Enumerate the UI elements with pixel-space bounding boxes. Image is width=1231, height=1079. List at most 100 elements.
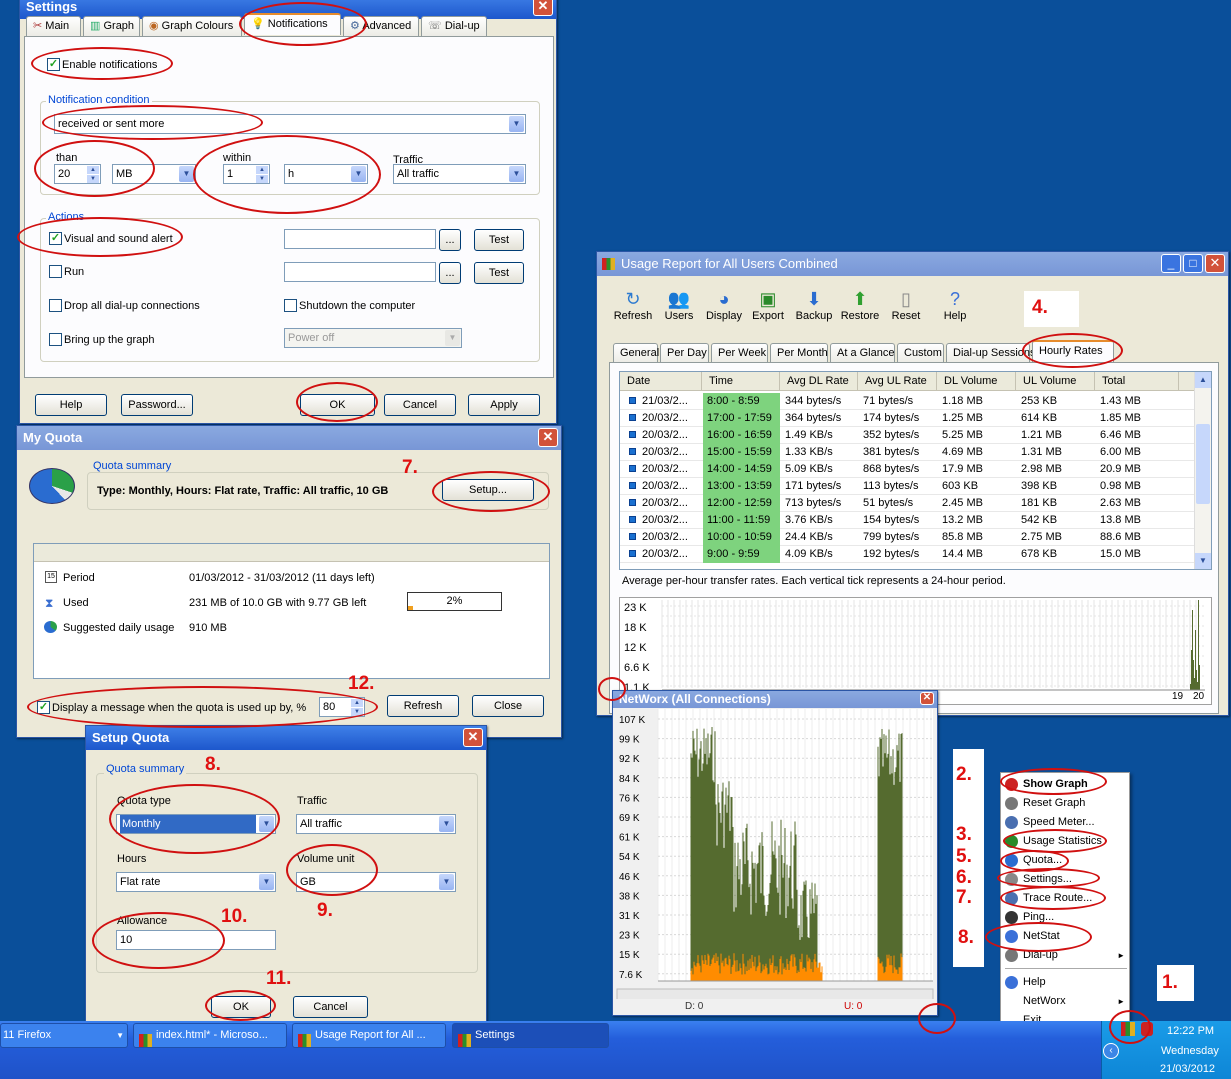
visual-alert-path-input[interactable] — [284, 229, 436, 249]
close-icon[interactable]: ✕ — [920, 692, 934, 705]
run-checkbox[interactable] — [49, 265, 62, 278]
bring-graph-checkbox[interactable] — [49, 333, 62, 346]
tab-graph-colours[interactable]: ◉ Graph Colours — [142, 16, 242, 36]
minimize-icon[interactable]: _ — [1161, 254, 1181, 273]
setup-ok-button[interactable]: OK — [211, 996, 271, 1018]
menu-item-help[interactable]: Help — [1001, 973, 1131, 992]
shutdown-checkbox[interactable] — [284, 299, 297, 312]
enable-notifications-checkbox[interactable]: ✓ — [47, 58, 60, 71]
tab-advanced[interactable]: ⚙ Advanced — [343, 16, 419, 36]
settings-password-button[interactable]: Password... — [121, 394, 193, 416]
display-message-checkbox[interactable]: ✓ — [37, 701, 50, 714]
tab-dialup[interactable]: ☏ Dial-up — [421, 16, 487, 36]
table-row[interactable]: 20/03/2... 16:00 - 16:59 1.49 KB/s 352 byte… — [620, 427, 1195, 444]
menu-item-ping[interactable]: Ping... — [1001, 908, 1131, 927]
than-stepper[interactable]: 20 ▲ ▼ — [54, 164, 101, 184]
taskbar-firefox[interactable]: 11 Firefox ▼ — [0, 1023, 128, 1048]
column-header[interactable]: UL Volume — [1016, 372, 1095, 391]
menu-item-speed-meter[interactable]: Speed Meter... — [1001, 813, 1131, 832]
table-row[interactable]: 20/03/2... 14:00 - 14:59 5.09 KB/s 868 byte… — [620, 461, 1195, 478]
display-percent-stepper[interactable]: 80 ▲ ▼ — [319, 697, 365, 717]
settings-ok-button[interactable]: OK — [300, 394, 375, 416]
toolbar-reset-button[interactable]: ▯ Reset — [882, 288, 930, 332]
column-header[interactable]: Total — [1095, 372, 1179, 391]
toolbar-export-button[interactable]: ▣ Export — [744, 288, 792, 332]
menu-item-show-graph[interactable]: Show Graph — [1001, 775, 1131, 794]
visual-alert-browse-button[interactable]: ... — [439, 229, 461, 251]
taskbar-notepad[interactable]: index.html* - Microso... — [133, 1023, 287, 1048]
toolbar-backup-button[interactable]: ⬇ Backup — [790, 288, 838, 332]
quota-type-select[interactable]: Monthly ▼ — [116, 814, 276, 834]
column-header[interactable]: Avg DL Rate — [780, 372, 858, 391]
drop-dialup-checkbox[interactable] — [49, 299, 62, 312]
setup-quota-titlebar[interactable]: Setup Quota ✕ — [86, 726, 486, 750]
close-icon[interactable]: ✕ — [538, 428, 558, 447]
taskbar-usage-report[interactable]: Usage Report for All ... — [292, 1023, 446, 1048]
menu-item-networx[interactable]: NetWorx ► — [1001, 992, 1131, 1011]
tab-per-week[interactable]: Per Week — [711, 343, 768, 363]
power-select[interactable]: Power off ▼ — [284, 328, 462, 348]
maximize-icon[interactable]: □ — [1183, 254, 1203, 273]
toolbar-display-button[interactable]: ◕ Display — [700, 288, 748, 332]
setup-cancel-button[interactable]: Cancel — [293, 996, 368, 1018]
tab-general[interactable]: General — [613, 343, 659, 363]
volume-unit-select[interactable]: GB ▼ — [296, 872, 456, 892]
taskbar-settings[interactable]: Settings — [452, 1023, 609, 1048]
menu-item-reset-graph[interactable]: Reset Graph — [1001, 794, 1131, 813]
menu-item-quota[interactable]: Quota... — [1001, 851, 1131, 870]
close-icon[interactable]: ✕ — [463, 728, 483, 747]
quota-setup-button[interactable]: Setup... — [442, 479, 534, 501]
toolbar-refresh-button[interactable]: ↻ Refresh — [609, 288, 657, 332]
table-row[interactable]: 20/03/2... 11:00 - 11:59 3.76 KB/s 154 byte… — [620, 512, 1195, 529]
run-path-input[interactable] — [284, 262, 436, 282]
run-browse-button[interactable]: ... — [439, 262, 461, 284]
table-row[interactable]: 20/03/2... 12:00 - 12:59 713 bytes/s 51 byt… — [620, 495, 1195, 512]
visual-alert-checkbox[interactable]: ✓ — [49, 232, 62, 245]
tab-notifications[interactable]: 💡 Notifications — [244, 13, 341, 35]
run-test-button[interactable]: Test — [474, 262, 524, 284]
menu-item-trace-route[interactable]: Trace Route... — [1001, 889, 1131, 908]
visual-alert-test-button[interactable]: Test — [474, 229, 524, 251]
settings-apply-button[interactable]: Apply — [468, 394, 540, 416]
within-stepper[interactable]: 1 ▲ ▼ — [223, 164, 270, 184]
tab-custom[interactable]: Custom — [897, 343, 944, 363]
tab-per-month[interactable]: Per Month — [770, 343, 828, 363]
tab-per-day[interactable]: Per Day — [660, 343, 709, 363]
quota-close-button[interactable]: Close — [472, 695, 544, 717]
toolbar-users-button[interactable]: 👥 Users — [655, 288, 703, 332]
close-icon[interactable]: ✕ — [533, 0, 553, 16]
menu-item-settings[interactable]: Settings... — [1001, 870, 1131, 889]
my-quota-titlebar[interactable]: My Quota ✕ — [17, 426, 561, 450]
table-row[interactable]: 20/03/2... 15:00 - 15:59 1.33 KB/s 381 byte… — [620, 444, 1195, 461]
menu-item-dialup[interactable]: Dial-up ► — [1001, 946, 1131, 965]
table-row[interactable]: 20/03/2... 13:00 - 13:59 171 bytes/s 113 by… — [620, 478, 1195, 495]
column-header[interactable]: Avg UL Rate — [858, 372, 937, 391]
tab-main[interactable]: ✂ Main — [26, 16, 81, 36]
hours-select[interactable]: Flat rate ▼ — [116, 872, 276, 892]
toolbar-help-button[interactable]: ? Help — [931, 288, 979, 332]
quota-refresh-button[interactable]: Refresh — [387, 695, 459, 717]
tray-back-icon[interactable]: ‹ — [1103, 1043, 1119, 1059]
table-row[interactable]: 20/03/2... 9:00 - 9:59 4.09 KB/s 192 bytes/… — [620, 546, 1195, 563]
column-header[interactable]: DL Volume — [937, 372, 1016, 391]
table-row[interactable]: 20/03/2... 10:00 - 10:59 24.4 KB/s 799 byte… — [620, 529, 1195, 546]
tray-shield-icon[interactable] — [1141, 1022, 1153, 1036]
menu-item-usage-statistics[interactable]: Usage Statistics — [1001, 832, 1131, 851]
within-unit-select[interactable]: h ▼ — [284, 164, 368, 184]
condition-select[interactable]: received or sent more ▼ — [54, 114, 526, 134]
traffic-select[interactable]: All traffic ▼ — [393, 164, 526, 184]
tab-at-a-glance[interactable]: At a Glance — [830, 343, 895, 363]
usage-report-titlebar[interactable]: Usage Report for All Users Combined _ □ … — [597, 252, 1228, 276]
tab-graph[interactable]: ▥ Graph — [83, 16, 140, 36]
menu-item-netstat[interactable]: NetStat — [1001, 927, 1131, 946]
column-header[interactable]: Time — [702, 372, 780, 391]
tray-networx-icon[interactable] — [1121, 1022, 1137, 1036]
settings-help-button[interactable]: Help — [35, 394, 107, 416]
tab-dial-up-sessions[interactable]: Dial-up Sessions — [946, 343, 1036, 363]
table-scrollbar[interactable]: ▲ ▼ — [1194, 372, 1211, 569]
table-row[interactable]: 20/03/2... 17:00 - 17:59 364 bytes/s 174 by… — [620, 410, 1195, 427]
close-icon[interactable]: ✕ — [1205, 254, 1225, 273]
tab-hourly-rates[interactable]: Hourly Rates — [1032, 340, 1114, 362]
column-header[interactable]: Date — [620, 372, 702, 391]
networx-titlebar[interactable]: NetWorx (All Connections) ✕ — [613, 691, 937, 708]
